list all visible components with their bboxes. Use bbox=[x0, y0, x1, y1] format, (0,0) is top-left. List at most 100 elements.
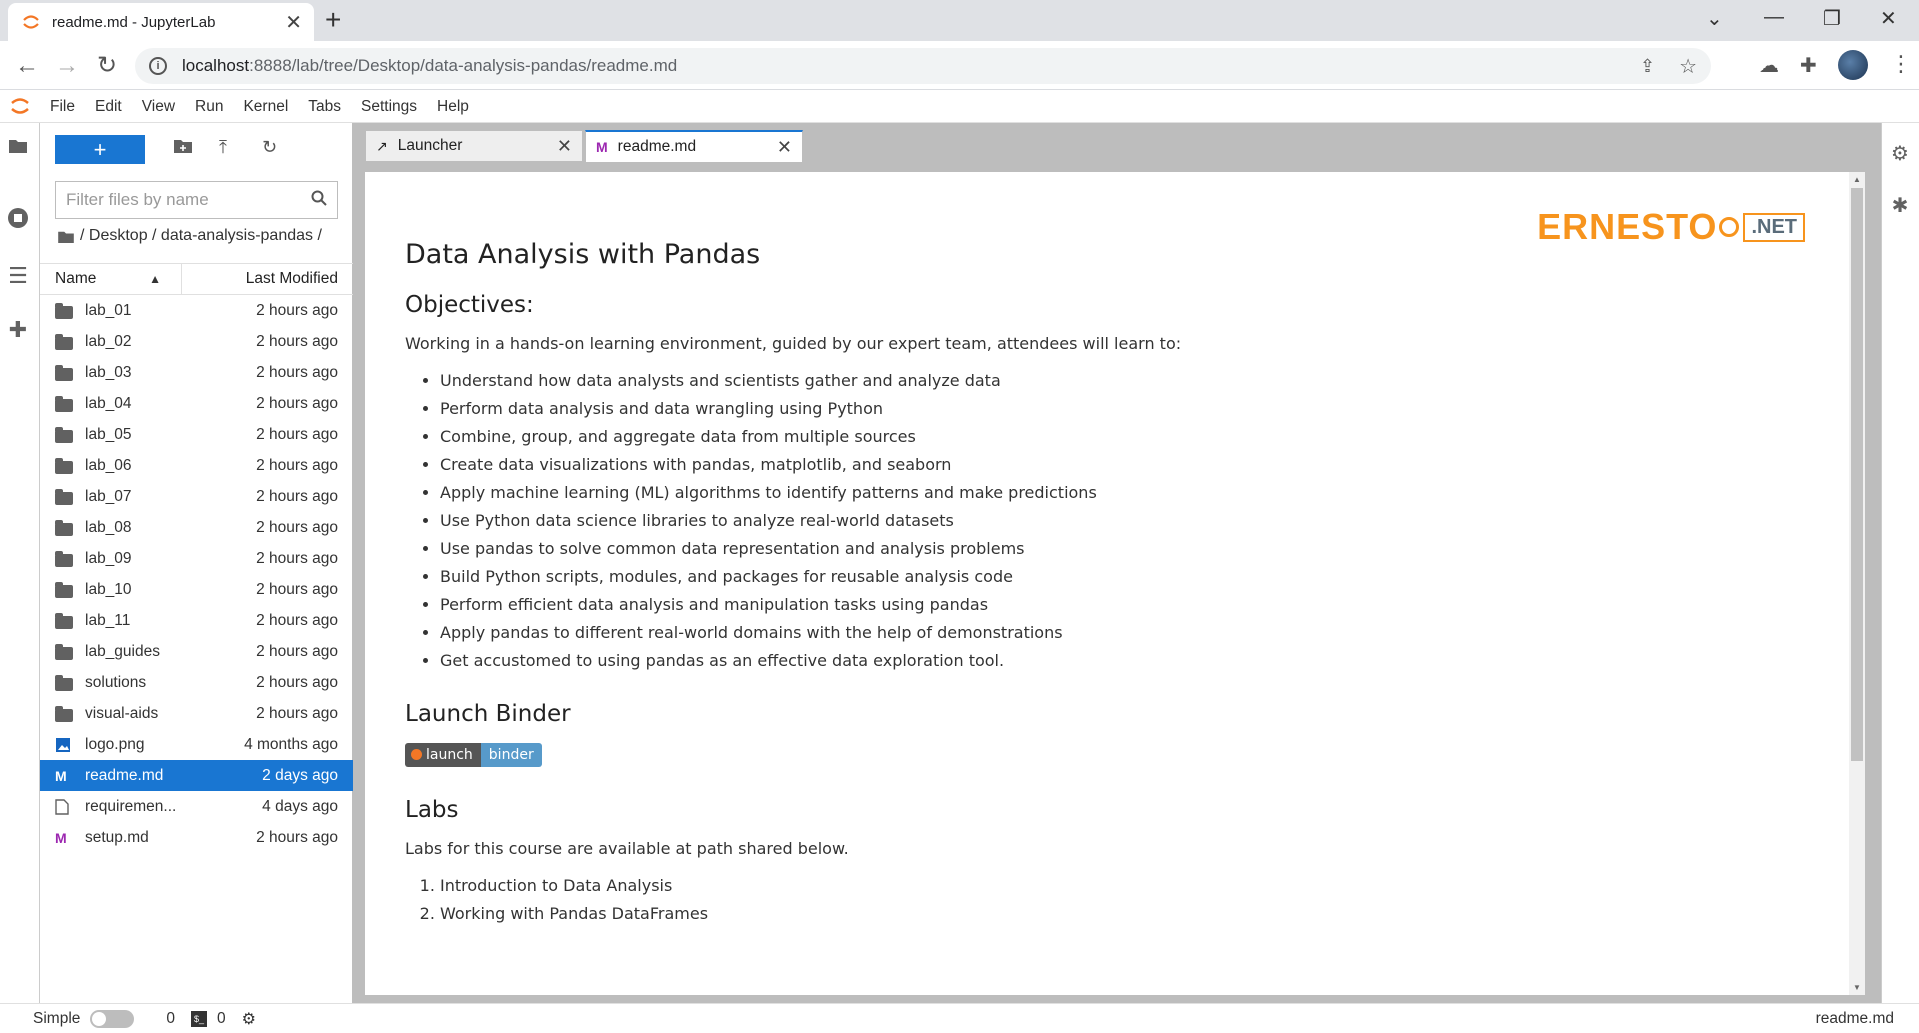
menu-file[interactable]: File bbox=[40, 90, 85, 123]
file-row[interactable]: lab_05 2 hours ago bbox=[40, 419, 353, 450]
file-row[interactable]: Mreadme.md 2 days ago bbox=[40, 760, 353, 791]
browser-tabstrip: readme.md - JupyterLab ✕ + ⌄ — ❐ ✕ bbox=[0, 0, 1919, 41]
file-row[interactable]: lab_10 2 hours ago bbox=[40, 574, 353, 605]
file-modified: 2 hours ago bbox=[256, 518, 338, 536]
close-window-button[interactable]: ✕ bbox=[1880, 6, 1897, 31]
new-folder-icon[interactable] bbox=[174, 137, 192, 158]
url-bar[interactable]: i localhost:8888/lab/tree/Desktop/data-a… bbox=[135, 48, 1711, 84]
file-row[interactable]: lab_02 2 hours ago bbox=[40, 326, 353, 357]
menu-run[interactable]: Run bbox=[185, 90, 233, 123]
file-row[interactable]: visual-aids 2 hours ago bbox=[40, 698, 353, 729]
minimize-button[interactable]: — bbox=[1764, 6, 1784, 29]
file-row[interactable]: solutions 2 hours ago bbox=[40, 667, 353, 698]
menu-kernel[interactable]: Kernel bbox=[233, 90, 298, 123]
reload-icon[interactable]: ↻ bbox=[92, 51, 122, 81]
file-row[interactable]: logo.png 4 months ago bbox=[40, 729, 353, 760]
file-name: lab_02 bbox=[85, 332, 132, 350]
file-name: readme.md bbox=[85, 766, 164, 784]
browser-tab-title: readme.md - JupyterLab bbox=[52, 13, 216, 31]
kernel-status-icon[interactable]: ⚙ bbox=[242, 1009, 256, 1029]
menu-view[interactable]: View bbox=[132, 90, 185, 123]
extensions-puzzle-icon[interactable]: ✚ bbox=[1800, 53, 1817, 78]
tab-launcher[interactable]: ↗ Launcher ✕ bbox=[365, 130, 583, 162]
objective-item: Use pandas to solve common data represen… bbox=[440, 535, 1805, 563]
restore-button[interactable]: ❐ bbox=[1823, 6, 1841, 31]
file-row[interactable]: Msetup.md 2 hours ago bbox=[40, 822, 353, 853]
folder-icon bbox=[55, 519, 73, 536]
file-name: lab_04 bbox=[85, 394, 132, 412]
folder-icon bbox=[55, 612, 73, 629]
folder-icon bbox=[55, 705, 73, 722]
browser-tab[interactable]: readme.md - JupyterLab ✕ bbox=[8, 3, 314, 41]
refresh-icon[interactable]: ↻ bbox=[262, 137, 277, 158]
terminals-count[interactable]: 0 bbox=[217, 1010, 226, 1028]
objective-item: Get accustomed to using pandas as an eff… bbox=[440, 647, 1805, 675]
home-folder-icon[interactable] bbox=[58, 230, 74, 243]
tab-search-icon[interactable]: ⌄ bbox=[1706, 6, 1723, 31]
filter-files-input[interactable] bbox=[66, 190, 311, 210]
menu-settings[interactable]: Settings bbox=[351, 90, 427, 123]
file-row[interactable]: lab_08 2 hours ago bbox=[40, 512, 353, 543]
forward-icon[interactable]: → bbox=[52, 51, 82, 81]
cloud-extension-icon[interactable]: ☁ bbox=[1759, 53, 1779, 78]
name-column-header[interactable]: Name ▲ bbox=[40, 264, 182, 294]
bookmark-star-icon[interactable]: ☆ bbox=[1679, 54, 1697, 79]
menu-help[interactable]: Help bbox=[427, 90, 479, 123]
markdown-viewer[interactable]: ERNESTO .NET Data Analysis with Pandas O… bbox=[365, 172, 1865, 995]
site-info-icon[interactable]: i bbox=[149, 57, 167, 75]
file-row[interactable]: lab_11 2 hours ago bbox=[40, 605, 353, 636]
file-row[interactable]: lab_04 2 hours ago bbox=[40, 388, 353, 419]
file-browser-folder-icon[interactable] bbox=[0, 133, 36, 159]
right-activity-bar: ⚙ ✱ bbox=[1881, 123, 1919, 1003]
table-of-contents-icon[interactable]: ☰ bbox=[0, 263, 36, 289]
filter-files-field[interactable] bbox=[55, 181, 338, 219]
menu-edit[interactable]: Edit bbox=[85, 90, 132, 123]
browser-menu-icon[interactable]: ⋮ bbox=[1890, 51, 1912, 77]
new-launcher-button[interactable]: + bbox=[55, 135, 145, 164]
share-icon[interactable]: ⇪ bbox=[1640, 56, 1655, 77]
profile-avatar[interactable] bbox=[1838, 50, 1868, 80]
markdown-icon: M bbox=[596, 139, 608, 155]
file-row[interactable]: lab_06 2 hours ago bbox=[40, 450, 353, 481]
file-modified: 2 hours ago bbox=[256, 673, 338, 691]
launch-binder-badge[interactable]: launch binder bbox=[405, 743, 542, 767]
breadcrumb-path[interactable]: / Desktop / data-analysis-pandas / bbox=[80, 227, 322, 245]
menu-tabs[interactable]: Tabs bbox=[298, 90, 351, 123]
file-row[interactable]: lab_09 2 hours ago bbox=[40, 543, 353, 574]
extension-manager-icon[interactable]: ✚ bbox=[0, 317, 36, 343]
kernels-count[interactable]: 0 bbox=[166, 1010, 175, 1028]
close-tab-icon[interactable]: ✕ bbox=[285, 10, 302, 35]
debugger-bug-icon[interactable]: ✱ bbox=[1882, 193, 1918, 218]
folder-icon bbox=[55, 302, 73, 319]
close-readme-tab-icon[interactable]: ✕ bbox=[777, 137, 792, 158]
file-row[interactable]: lab_guides 2 hours ago bbox=[40, 636, 353, 667]
last-modified-column-header[interactable]: Last Modified bbox=[182, 264, 353, 294]
simple-mode-toggle[interactable] bbox=[90, 1009, 135, 1028]
folder-icon bbox=[55, 395, 73, 412]
running-kernels-icon[interactable] bbox=[0, 207, 36, 235]
property-inspector-gears-icon[interactable]: ⚙ bbox=[1882, 141, 1918, 166]
file-name: setup.md bbox=[85, 828, 149, 846]
file-modified: 2 hours ago bbox=[256, 425, 338, 443]
scroll-down-icon[interactable]: ▼ bbox=[1853, 983, 1861, 992]
objectives-intro: Working in a hands-on learning environme… bbox=[405, 334, 1182, 353]
file-name: lab_10 bbox=[85, 580, 132, 598]
upload-icon[interactable]: ⤒ bbox=[219, 137, 227, 158]
file-row[interactable]: requiremen... 4 days ago bbox=[40, 791, 353, 822]
scroll-thumb[interactable] bbox=[1851, 188, 1863, 761]
back-icon[interactable]: ← bbox=[12, 51, 42, 81]
url-text[interactable]: localhost:8888/lab/tree/Desktop/data-ana… bbox=[182, 56, 1640, 76]
file-row[interactable]: lab_07 2 hours ago bbox=[40, 481, 353, 512]
terminal-icon[interactable]: $_ bbox=[191, 1010, 208, 1027]
tab-readme[interactable]: M readme.md ✕ bbox=[585, 130, 803, 162]
scroll-up-icon[interactable]: ▲ bbox=[1853, 175, 1861, 184]
file-row[interactable]: lab_03 2 hours ago bbox=[40, 357, 353, 388]
file-modified: 2 hours ago bbox=[256, 332, 338, 350]
objective-item: Apply pandas to different real-world dom… bbox=[440, 619, 1805, 647]
document-scrollbar[interactable]: ▲ ▼ bbox=[1849, 172, 1865, 995]
new-tab-button[interactable]: + bbox=[325, 5, 341, 35]
status-bar: Simple 0 $_ 0 ⚙ readme.md bbox=[0, 1003, 1919, 1033]
close-launcher-tab-icon[interactable]: ✕ bbox=[557, 136, 572, 157]
file-row[interactable]: lab_01 2 hours ago bbox=[40, 295, 353, 326]
file-modified: 2 hours ago bbox=[256, 394, 338, 412]
